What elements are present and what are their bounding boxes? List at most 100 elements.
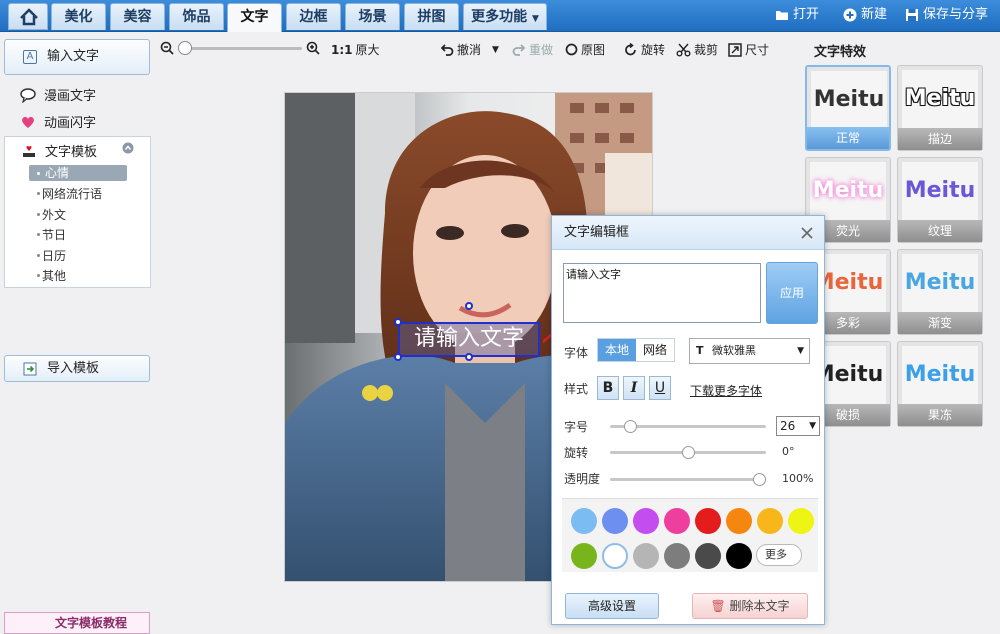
template-item-other[interactable]: 其他 — [42, 267, 66, 284]
template-tutorial-link[interactable]: 文字模板教程 — [4, 612, 150, 634]
text-overlay-box[interactable]: 请输入文字 — [398, 322, 540, 357]
color-swatch[interactable] — [757, 508, 783, 534]
color-swatch[interactable] — [788, 508, 814, 534]
folder-icon — [776, 11, 788, 20]
tab-text[interactable]: 文字 — [227, 3, 282, 32]
tab-more-features[interactable]: 更多功能 ▼ — [463, 3, 547, 30]
redo-button[interactable]: 重做 — [512, 41, 553, 58]
delete-text-button[interactable]: 🗑 删除本文字 — [692, 593, 808, 619]
bold-button[interactable]: B — [597, 376, 619, 400]
open-label: 打开 — [793, 7, 820, 22]
undo-label: 撤消 — [457, 43, 482, 57]
template-item-holiday[interactable]: 节日 — [42, 226, 66, 243]
effect-label: 正常 — [807, 127, 889, 149]
resize-handle[interactable] — [394, 318, 402, 326]
tab-accessories[interactable]: 饰品 — [169, 3, 224, 30]
opacity-slider-knob[interactable] — [753, 473, 766, 486]
tab-scene[interactable]: 场景 — [345, 3, 400, 30]
color-swatch[interactable] — [726, 543, 752, 569]
color-swatch[interactable] — [695, 543, 721, 569]
underline-button[interactable]: U — [649, 376, 671, 400]
effect-normal[interactable]: Meitu 正常 — [805, 65, 891, 151]
color-swatch[interactable] — [664, 508, 690, 534]
dialog-header[interactable]: 文字编辑框 — [552, 216, 824, 250]
color-swatch[interactable] — [571, 543, 597, 569]
effect-jelly[interactable]: Meitu 果冻 — [897, 341, 983, 427]
text-a-icon: A — [23, 50, 37, 64]
new-button[interactable]: 新建 — [843, 6, 887, 24]
import-template-button[interactable]: 导入模板 — [4, 355, 150, 382]
size-slider-knob[interactable] — [624, 420, 638, 433]
color-swatch[interactable] — [726, 508, 752, 534]
text-input[interactable]: 请输入文字 — [563, 263, 761, 323]
color-swatch[interactable] — [571, 508, 597, 534]
apply-button[interactable]: 应用 — [766, 262, 818, 324]
trash-icon: 🗑 — [710, 599, 726, 613]
anim-text-link[interactable]: 动画闪字 — [20, 112, 96, 131]
zoom-in-button[interactable] — [306, 41, 320, 55]
rotate-icon — [625, 42, 636, 55]
font-source-local[interactable]: 本地 — [598, 339, 636, 361]
style-label: 样式 — [564, 382, 589, 396]
rotate-value: 0° — [782, 445, 795, 458]
italic-button[interactable]: I — [623, 376, 645, 400]
rotate-slider-knob[interactable] — [681, 446, 695, 459]
template-item-calendar[interactable]: 日历 — [42, 247, 66, 264]
tab-frame[interactable]: 边框 — [286, 3, 341, 30]
open-button[interactable]: 打开 — [775, 6, 819, 24]
home-button[interactable] — [8, 3, 48, 30]
tab-collage[interactable]: 拼图 — [404, 3, 459, 30]
color-swatch[interactable] — [633, 543, 659, 569]
download-fonts-link[interactable]: 下载更多字体 — [690, 382, 762, 399]
effect-stroke[interactable]: Meitu 描边 — [897, 65, 983, 151]
font-type-icon: T — [696, 344, 704, 357]
resize-handle[interactable] — [465, 353, 473, 361]
resize-handle[interactable] — [465, 302, 473, 310]
undo-dropdown-icon[interactable]: ▼ — [492, 45, 499, 55]
original-size-button[interactable]: 1:1 原大 — [331, 41, 380, 58]
original-button[interactable]: 原图 — [565, 41, 605, 58]
more-colors-button[interactable]: 更多 — [756, 544, 802, 566]
template-header[interactable]: 文字模板 — [21, 141, 97, 160]
advanced-settings-button[interactable]: 高级设置 — [565, 593, 659, 619]
font-select[interactable]: T 微软雅黑 ▼ — [689, 338, 810, 364]
template-item-mood[interactable]: 心情 — [29, 165, 127, 181]
color-swatch[interactable] — [602, 543, 628, 569]
crop-button[interactable]: 裁剪 — [676, 41, 718, 58]
tab-beauty[interactable]: 美容 — [110, 3, 165, 30]
effect-gradient[interactable]: Meitu 渐变 — [897, 249, 983, 335]
top-bar: 美化 美容 饰品 文字 边框 场景 拼图 更多功能 ▼ 打开 新建 保存与分享 — [0, 0, 1000, 32]
bullet-dot — [37, 254, 40, 257]
resize-handle[interactable] — [394, 353, 402, 361]
effect-texture[interactable]: Meitu 纹理 — [897, 157, 983, 243]
input-text-button[interactable]: A 输入文字 — [4, 39, 150, 75]
template-item-internet-slang[interactable]: 网络流行语 — [42, 185, 102, 202]
color-swatch[interactable] — [602, 508, 628, 534]
undo-button[interactable]: 撤消 ▼ — [440, 41, 499, 58]
color-swatch[interactable] — [633, 508, 659, 534]
color-palette: 更多 — [562, 498, 818, 572]
color-swatch[interactable] — [664, 543, 690, 569]
opacity-value: 100% — [782, 472, 814, 485]
template-item-foreign[interactable]: 外文 — [42, 206, 66, 223]
rotate-button[interactable]: 旋转 — [624, 41, 665, 58]
zoom-ratio: 1:1 — [331, 42, 353, 57]
zoom-slider-knob[interactable] — [178, 41, 192, 55]
redo-label: 重做 — [529, 43, 554, 57]
effect-label: 纹理 — [898, 220, 982, 242]
zoom-slider[interactable] — [178, 41, 302, 55]
original-label: 原图 — [581, 43, 606, 57]
zoom-out-button[interactable] — [160, 41, 174, 55]
size-select[interactable]: 26 ▼ — [776, 416, 820, 436]
save-share-button[interactable]: 保存与分享 — [905, 6, 988, 24]
size-slider[interactable] — [610, 420, 766, 433]
font-source-online[interactable]: 网络 — [636, 339, 674, 361]
collapse-icon[interactable] — [122, 142, 134, 154]
opacity-slider[interactable] — [610, 473, 766, 486]
size-button[interactable]: 尺寸 — [728, 41, 769, 58]
rotate-slider[interactable] — [610, 446, 766, 459]
comic-text-link[interactable]: 漫画文字 — [20, 85, 96, 104]
close-icon[interactable] — [800, 226, 814, 240]
color-swatch[interactable] — [695, 508, 721, 534]
tab-beautify[interactable]: 美化 — [51, 3, 106, 30]
